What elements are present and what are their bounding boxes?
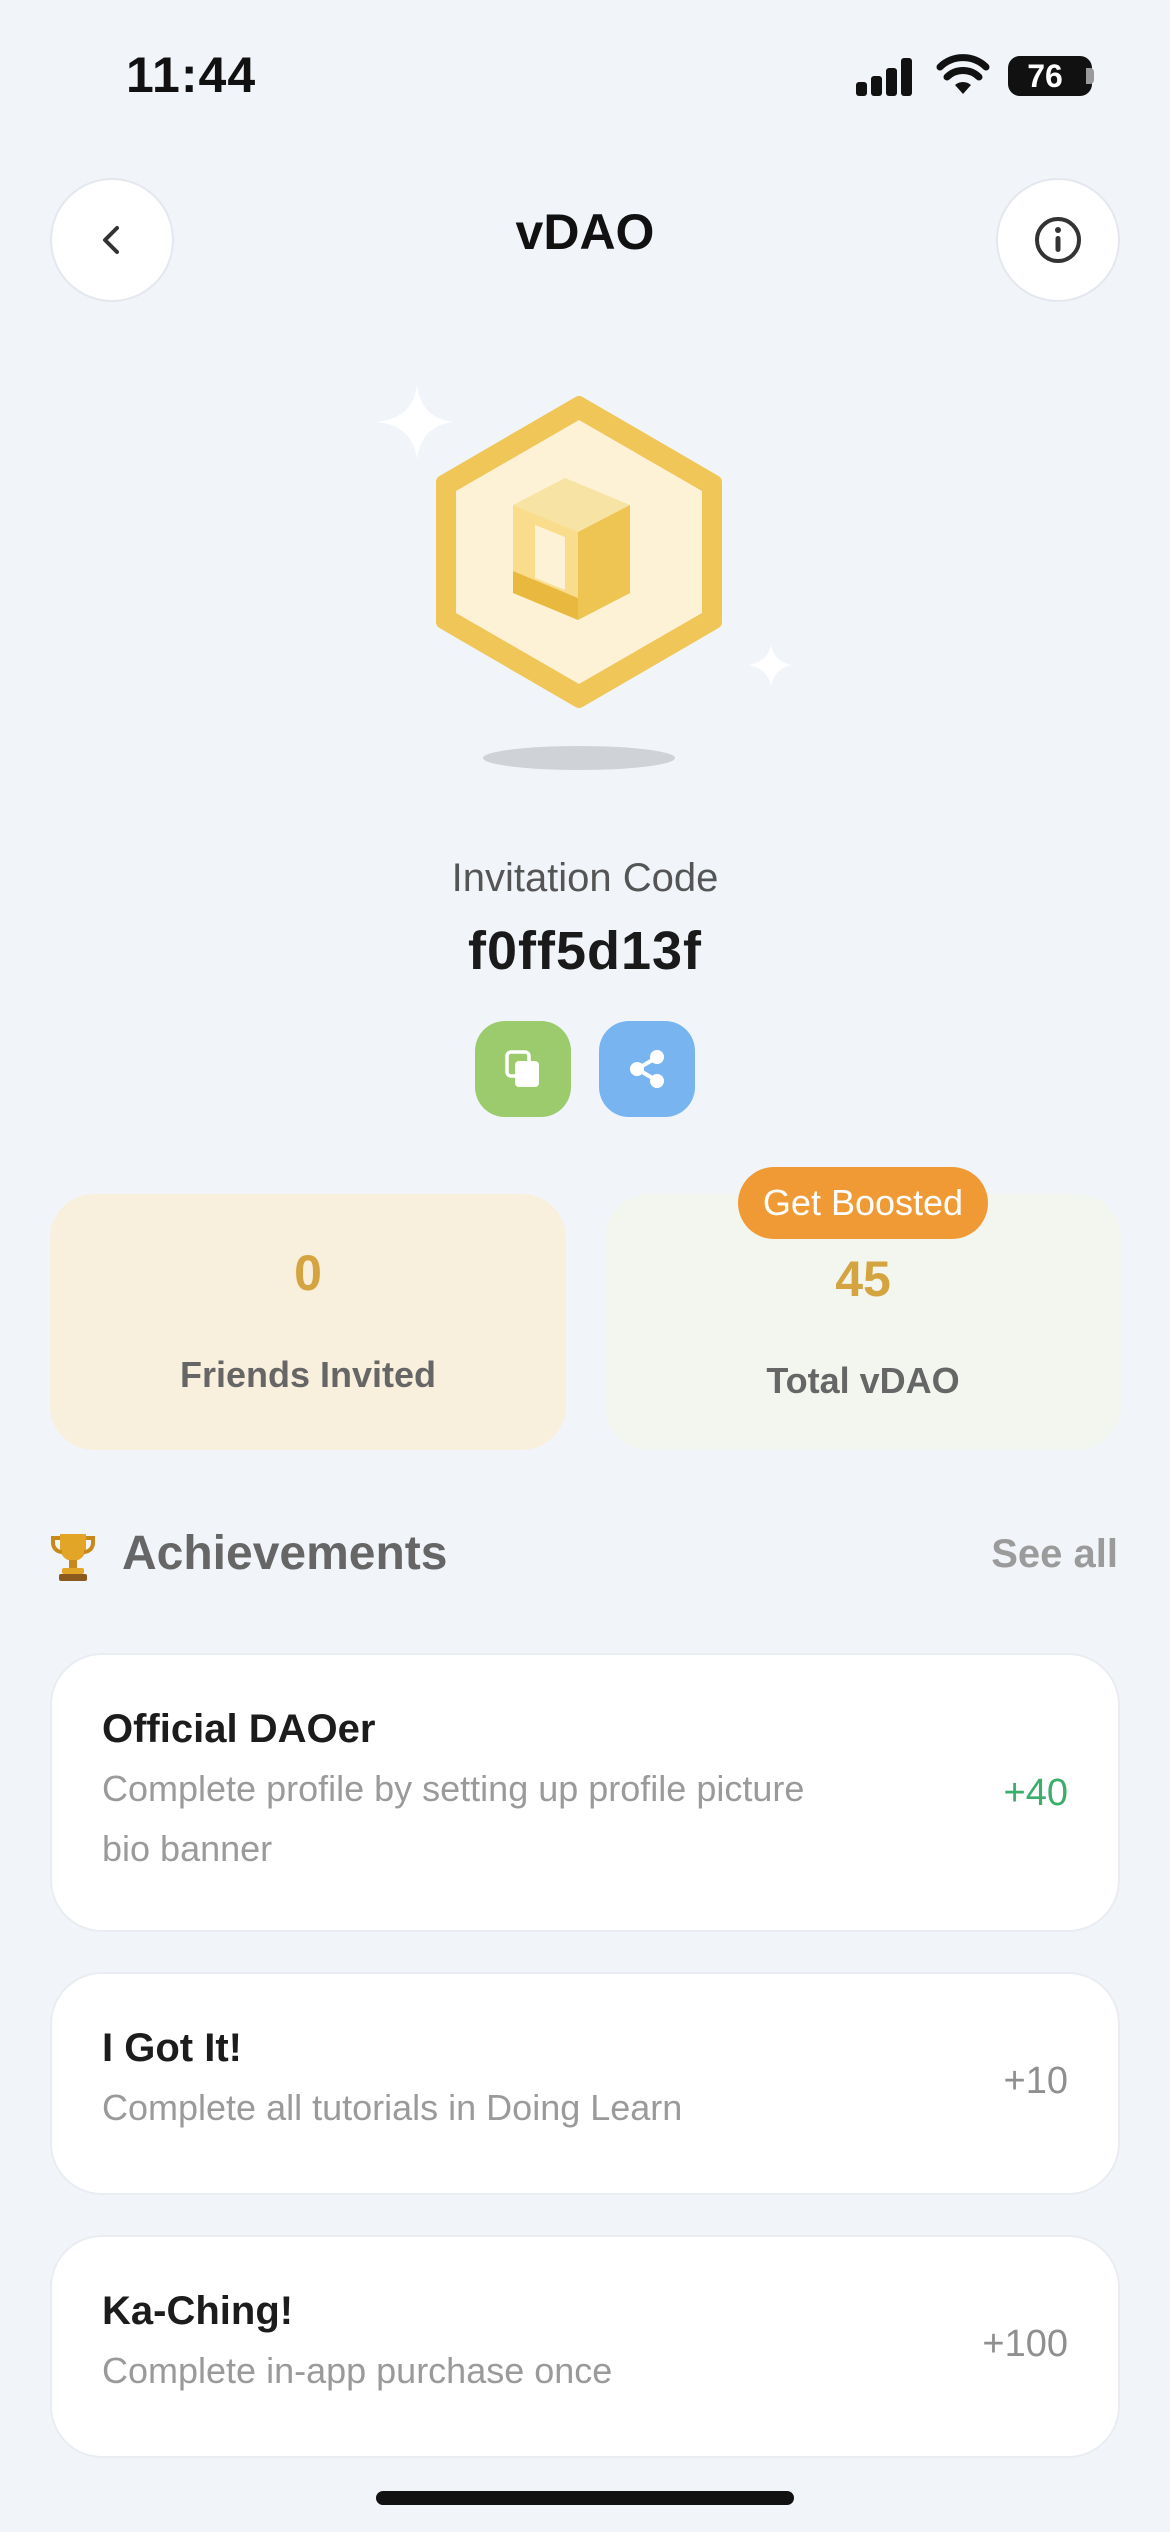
total-vdao-label: Total vDAO bbox=[766, 1360, 960, 1401]
share-icon bbox=[630, 1050, 664, 1088]
achievement-description: Complete in-app purchase once bbox=[102, 2350, 613, 2391]
achievement-card[interactable]: Official DAOer Complete profile by setti… bbox=[50, 1653, 1120, 1932]
copy-code-button[interactable] bbox=[475, 1021, 571, 1117]
info-icon bbox=[1035, 217, 1081, 263]
trophy-icon bbox=[51, 1534, 95, 1581]
invitation-code-label: Invitation Code bbox=[451, 856, 719, 900]
vdao-screen: 11:44 76 vDAO Invitation Code f0ff5d13f … bbox=[0, 0, 1170, 2532]
friends-invited-card: 0 Friends Invited bbox=[50, 1194, 566, 1450]
get-boosted-button[interactable]: Get Boosted bbox=[738, 1167, 988, 1239]
battery-level: 76 bbox=[1027, 58, 1063, 94]
share-code-button[interactable] bbox=[599, 1021, 695, 1117]
page-title: vDAO bbox=[515, 204, 655, 260]
achievement-points: +10 bbox=[1003, 2060, 1068, 2102]
friends-invited-label: Friends Invited bbox=[179, 1354, 437, 1395]
copy-icon bbox=[505, 1050, 539, 1087]
achievement-points: +40 bbox=[1003, 1772, 1068, 1814]
achievement-name: Official DAOer bbox=[102, 1707, 376, 1751]
achievement-name: I Got It! bbox=[102, 2026, 242, 2070]
achievement-description: Complete all tutorials in Doing Learn bbox=[102, 2087, 683, 2128]
vdao-badge-illustration bbox=[377, 385, 792, 770]
cellular-signal-icon bbox=[856, 58, 914, 96]
status-bar: 11:44 76 bbox=[0, 0, 1170, 150]
sparkle-icon bbox=[377, 385, 453, 459]
invitation-code-value: f0ff5d13f bbox=[467, 921, 703, 981]
status-time: 11:44 bbox=[126, 47, 257, 103]
achievements-title: Achievements bbox=[122, 1527, 448, 1580]
achievement-card[interactable]: Ka-Ching! Complete in-app purchase once … bbox=[50, 2235, 1120, 2458]
see-all-link[interactable]: See all bbox=[991, 1532, 1118, 1577]
friends-invited-value: 0 bbox=[294, 1245, 322, 1301]
achievement-points: +100 bbox=[982, 2323, 1068, 2365]
wifi-icon bbox=[936, 54, 990, 94]
total-vdao-value: 45 bbox=[835, 1251, 891, 1307]
achievement-name: Ka-Ching! bbox=[102, 2289, 294, 2333]
achievement-description: Complete profile by setting up profile p… bbox=[102, 1768, 805, 1869]
sparkle-icon bbox=[748, 645, 792, 687]
info-button[interactable] bbox=[996, 178, 1120, 302]
battery-cap bbox=[1086, 68, 1094, 84]
achievement-card[interactable]: I Got It! Complete all tutorials in Doin… bbox=[50, 1972, 1120, 2195]
home-indicator bbox=[376, 2491, 794, 2505]
